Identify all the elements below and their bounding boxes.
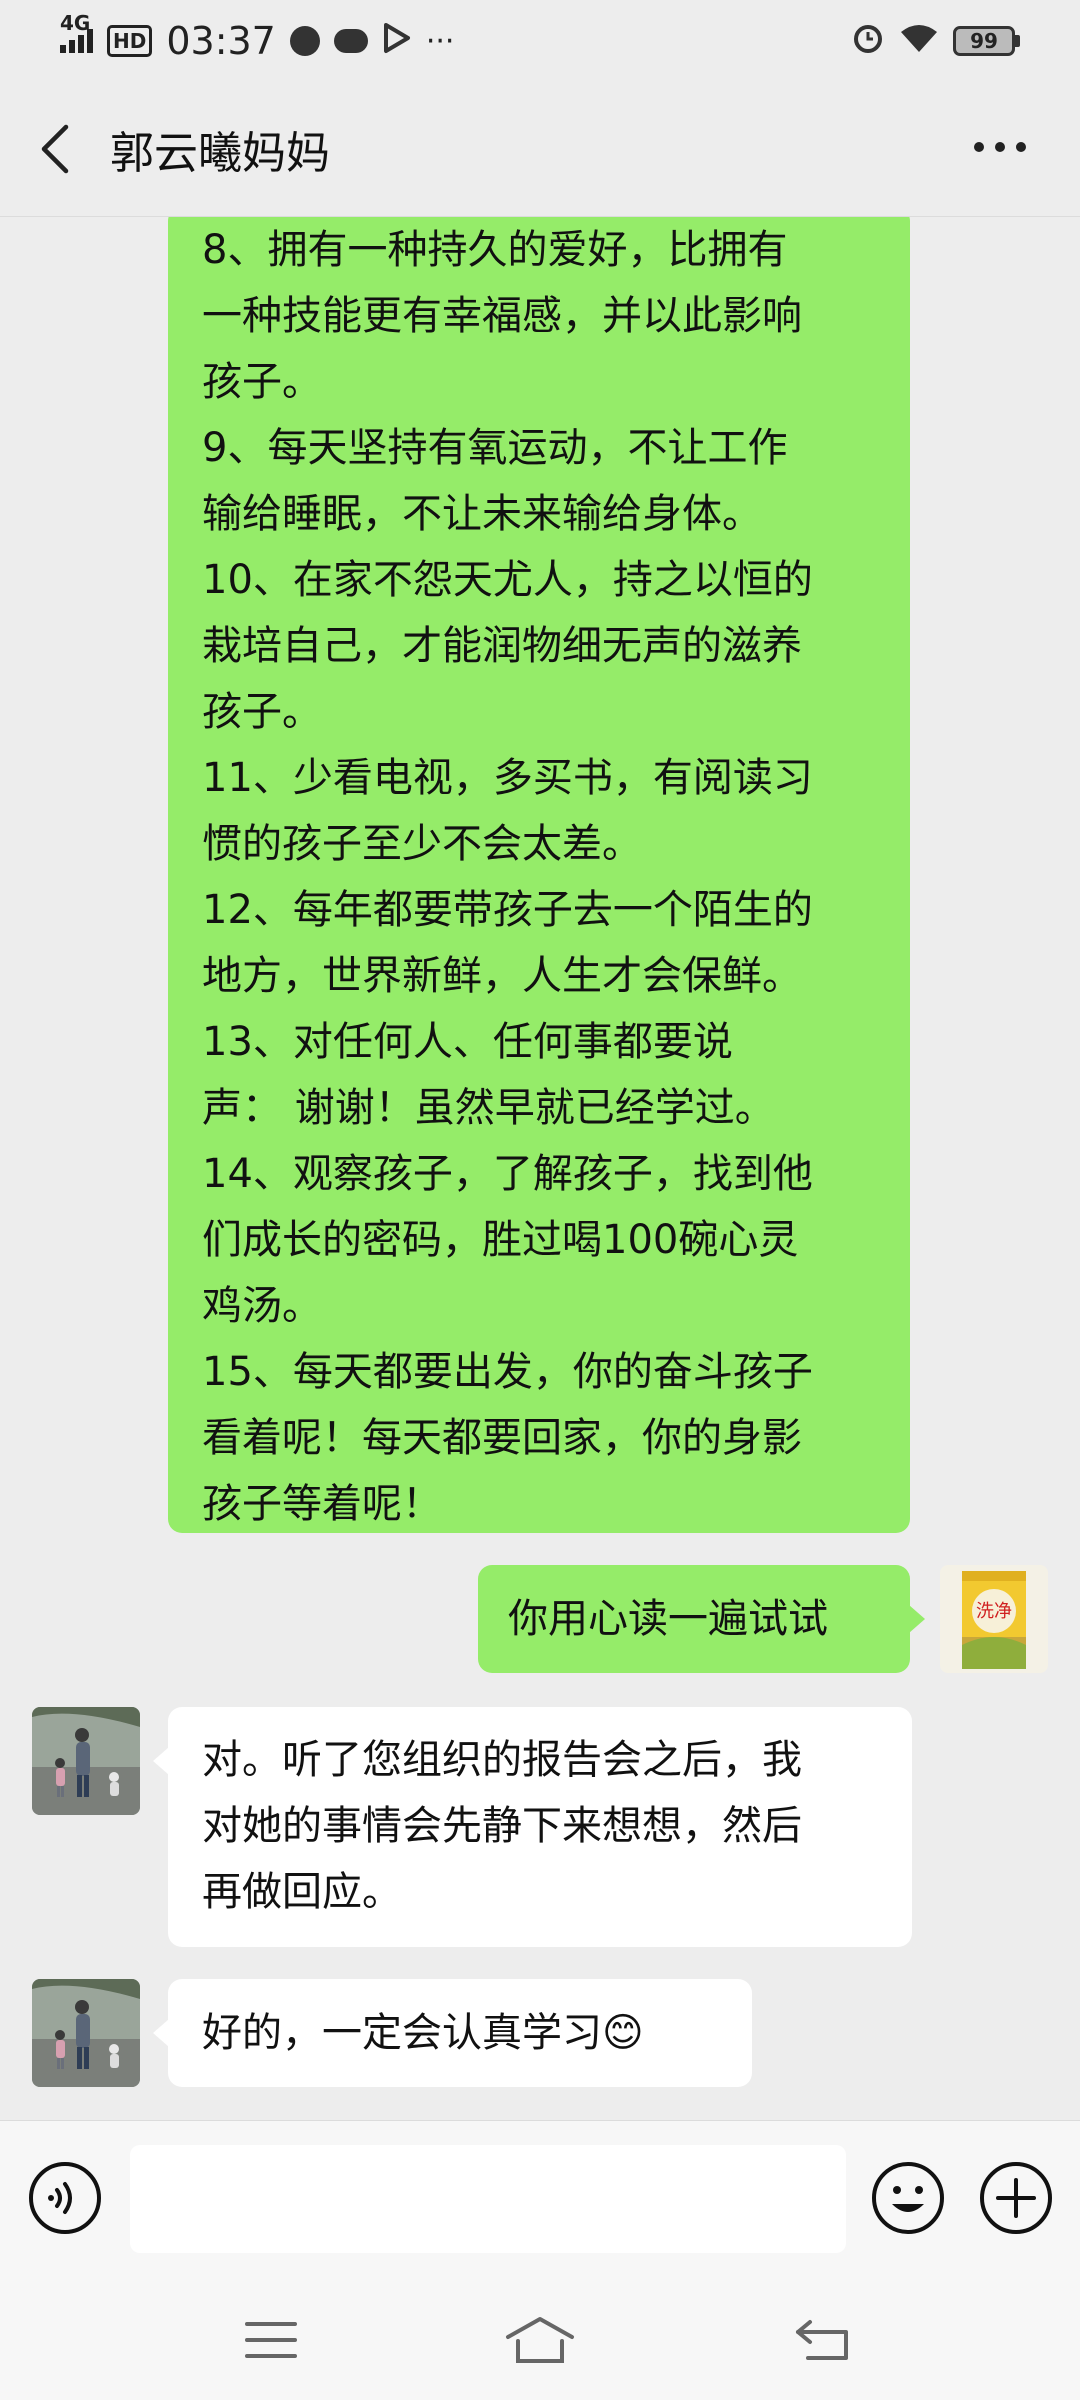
bubble-tail	[909, 1605, 925, 1633]
message-text-line: 看着呢！每天都要回家，你的身影	[202, 1415, 802, 1461]
network-type: 4G	[60, 11, 91, 35]
message-text-line: 声： 谢谢！虽然早就已经学过。	[202, 1085, 775, 1131]
alarm-icon	[851, 19, 885, 63]
chat-title: 郭云曦妈妈	[110, 128, 330, 179]
return-icon	[796, 2320, 848, 2360]
status-time: 03:37	[166, 19, 276, 63]
plus-circle-icon	[980, 2162, 1052, 2234]
input-bar	[0, 2120, 1080, 2281]
message-text: 好的，一定会认真学习😊	[202, 2010, 644, 2056]
message-bubble-received[interactable]: 好的，一定会认真学习😊	[168, 1979, 752, 2087]
bubble-tail	[153, 2019, 169, 2047]
voice-icon	[29, 2162, 101, 2234]
message-bubble-sent-long[interactable]: 8、拥有一种持久的爱好，比拥有 一种技能更有幸福感，并以此影响 孩子。 9、每天坚持有…	[168, 217, 910, 1533]
avatar-photo	[32, 1979, 140, 2087]
message-text-line: 们成长的密码，胜过喝100碗心灵	[202, 1217, 799, 1263]
menu-icon	[245, 2322, 297, 2358]
message-text-line: 14、观察孩子，了解孩子，找到他	[202, 1151, 813, 1197]
smiley-icon	[872, 2162, 944, 2234]
message-text-line: 13、对任何人、任何事都要说	[202, 1019, 733, 1065]
wifi-icon	[899, 19, 939, 63]
message-text-line: 孩子等着呢！	[202, 1481, 442, 1527]
hd-badge: HD	[107, 25, 153, 57]
status-right: 99	[851, 19, 1020, 63]
message-bubble-received[interactable]: 对。听了您组织的报告会之后，我 对她的事情会先静下来想想，然后 再做回应。	[168, 1707, 912, 1947]
contact-avatar[interactable]	[32, 1707, 140, 1815]
message-text-line: 15、每天都要出发，你的奋斗孩子	[202, 1349, 813, 1395]
message-text-line: 孩子。	[202, 359, 322, 405]
message-text-line: 10、在家不怨天尤人，持之以恒的	[202, 557, 813, 603]
my-avatar[interactable]: 洗净	[940, 1565, 1048, 1673]
rice-bag-image: 洗净	[962, 1571, 1026, 1669]
message-text-line: 鸡汤。	[202, 1283, 322, 1329]
back-button[interactable]	[10, 99, 100, 199]
chat-header: 郭云曦妈妈	[0, 82, 1080, 217]
status-left: 4G HD 03:37 ···	[60, 11, 455, 63]
add-button[interactable]	[976, 2158, 1056, 2238]
message-text-line: 惯的孩子至少不会太差。	[202, 821, 642, 867]
message-text-line: 再做回应。	[202, 1869, 402, 1915]
play-icon	[382, 19, 412, 63]
cloud-icon	[333, 29, 368, 53]
message-text-line: 输给睡眠，不让未来输给身体。	[202, 491, 762, 537]
status-bar: 4G HD 03:37 ··· 99	[0, 0, 1080, 82]
chat-messages[interactable]: 8、拥有一种持久的爱好，比拥有 一种技能更有幸福感，并以此影响 孩子。 9、每天坚持有…	[0, 217, 1080, 2120]
more-dots-icon	[974, 142, 1026, 152]
message-text: 你用心读一遍试试	[508, 1596, 828, 1642]
message-text-line: 9、每天坚持有氧运动，不让工作	[202, 425, 788, 471]
message-text-line: 对。听了您组织的报告会之后，我	[202, 1737, 802, 1783]
message-bubble-sent-short[interactable]: 你用心读一遍试试	[478, 1565, 910, 1673]
message-text-line: 8、拥有一种持久的爱好，比拥有	[202, 227, 788, 273]
message-text-line: 孩子。	[202, 689, 322, 735]
voice-app-icon	[289, 26, 320, 56]
menu-nav-button[interactable]	[231, 2310, 311, 2370]
avatar-photo	[32, 1707, 140, 1815]
emoji-button[interactable]	[868, 2158, 948, 2238]
chevron-left-icon	[41, 124, 69, 174]
message-text-line: 11、少看电视，多买书，有阅读习	[202, 755, 813, 801]
bubble-tail	[153, 1747, 169, 1775]
message-text-line: 一种技能更有幸福感，并以此影响	[202, 293, 802, 339]
more-notifications: ···	[425, 23, 455, 59]
message-text-line: 地方，世界新鲜，人生才会保鲜。	[202, 953, 802, 999]
sticker-brand-text: 洗净	[976, 1601, 1012, 1622]
battery-level: 99	[953, 26, 1015, 56]
message-input[interactable]	[130, 2145, 846, 2253]
back-nav-button[interactable]	[783, 2310, 863, 2370]
more-button[interactable]	[960, 112, 1040, 182]
voice-button[interactable]	[25, 2158, 105, 2238]
message-text-line: 12、每年都要带孩子去一个陌生的	[202, 887, 813, 933]
message-text-line: 栽培自己，才能润物细无声的滋养	[202, 623, 802, 669]
contact-avatar[interactable]	[32, 1979, 140, 2087]
battery-icon: 99	[953, 26, 1020, 56]
home-nav-button[interactable]	[500, 2310, 580, 2370]
system-nav-bar	[0, 2280, 1080, 2400]
message-text-line: 对她的事情会先静下来想想，然后	[202, 1803, 802, 1849]
home-icon	[506, 2317, 574, 2363]
signal-icon: 4G	[60, 11, 93, 53]
